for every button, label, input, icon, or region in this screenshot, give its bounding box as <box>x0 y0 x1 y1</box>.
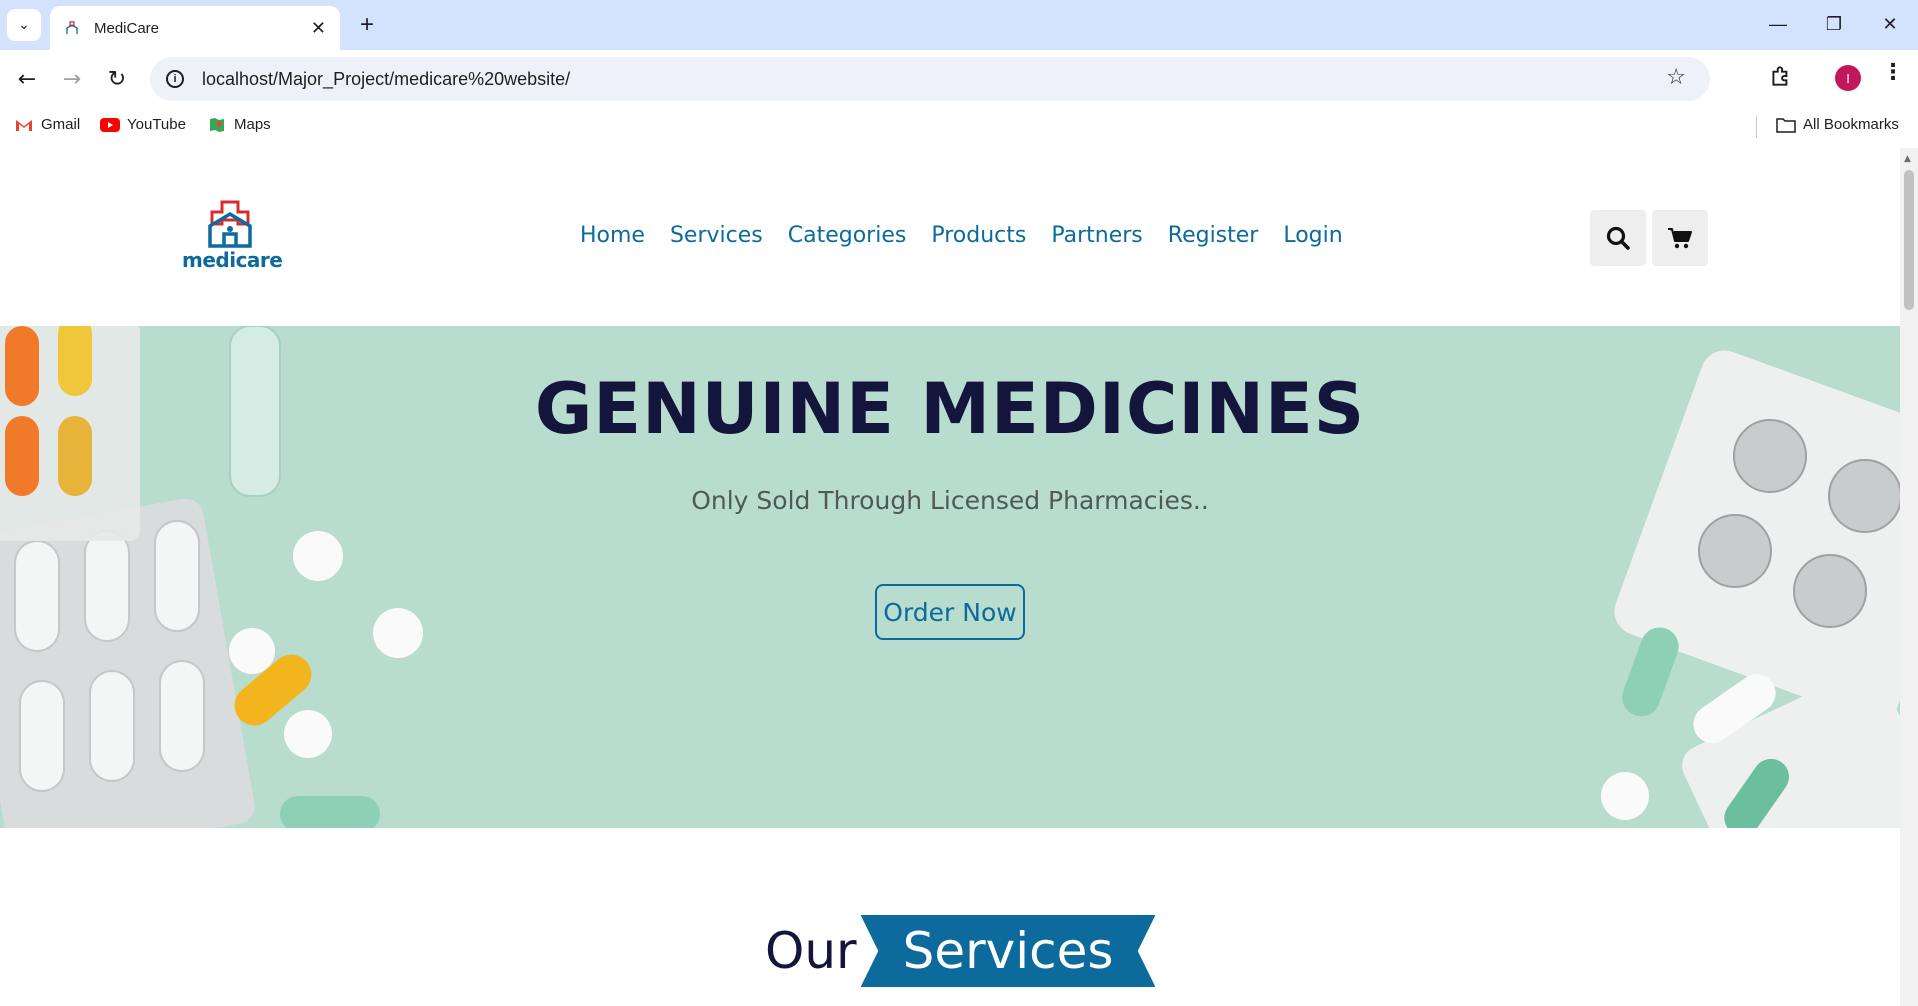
minimize-icon[interactable]: — <box>1766 12 1790 36</box>
bookmark-maps[interactable]: Maps <box>207 116 271 133</box>
url-text[interactable]: localhost/Major_Project/medicare%20websi… <box>202 69 570 90</box>
bookmark-label: YouTube <box>127 116 186 133</box>
all-bookmarks-button[interactable]: All Bookmarks <box>1776 116 1899 133</box>
nav-categories[interactable]: Categories <box>788 223 907 248</box>
scrollbar-thumb[interactable] <box>1904 170 1914 310</box>
scroll-up-arrow-icon[interactable]: ▲ <box>1904 154 1911 164</box>
reload-icon[interactable]: ↻ <box>100 62 134 96</box>
nav-register[interactable]: Register <box>1168 223 1259 248</box>
all-bookmarks-label: All Bookmarks <box>1803 116 1899 133</box>
medicare-logo-icon <box>208 200 252 248</box>
hero-subtitle: Only Sold Through Licensed Pharmacies.. <box>691 486 1209 515</box>
services-ribbon: Services <box>860 915 1156 987</box>
browser-toolbar: ← → ↻ i localhost/Major_Project/medicare… <box>0 50 1918 108</box>
page-scrollbar[interactable]: ▲ <box>1900 148 1918 1006</box>
services-heading-prefix: Our <box>765 922 857 980</box>
page-viewport: medicare Home Services Categories Produc… <box>0 148 1900 1006</box>
bookmark-label: Maps <box>234 116 271 133</box>
back-arrow-icon[interactable]: ← <box>10 62 44 96</box>
browser-tabstrip: ⌄ MediCare ✕ + — ❐ ✕ <box>0 0 1918 50</box>
browser-tab[interactable]: MediCare ✕ <box>50 6 340 50</box>
kebab-menu-icon[interactable]: ⋮ <box>1882 62 1904 84</box>
bookmark-gmail[interactable]: Gmail <box>14 116 80 133</box>
nav-products[interactable]: Products <box>931 223 1026 248</box>
nav-home[interactable]: Home <box>580 223 645 248</box>
services-heading-highlight: Services <box>902 922 1114 980</box>
shopping-cart-icon <box>1668 228 1692 249</box>
folder-icon <box>1776 117 1796 133</box>
tab-close-icon[interactable]: ✕ <box>311 18 326 39</box>
hero-title: GENUINE MEDICINES <box>534 368 1366 450</box>
main-nav: Home Services Categories Products Partne… <box>580 223 1343 248</box>
profile-avatar[interactable]: I <box>1835 65 1861 91</box>
address-bar[interactable]: i localhost/Major_Project/medicare%20web… <box>150 57 1710 101</box>
site-info-icon[interactable]: i <box>166 70 184 88</box>
bookmark-star-icon[interactable]: ☆ <box>1666 65 1686 90</box>
search-icon <box>1606 226 1630 250</box>
cart-button[interactable] <box>1652 210 1708 266</box>
logo-text: medicare <box>182 248 283 272</box>
gmail-icon <box>16 119 32 131</box>
tab-title: MediCare <box>94 19 160 37</box>
nav-services[interactable]: Services <box>670 223 763 248</box>
bookmarks-divider <box>1756 116 1757 138</box>
extensions-puzzle-icon[interactable] <box>1768 63 1794 89</box>
youtube-icon <box>100 117 120 132</box>
maps-icon <box>210 117 224 132</box>
services-section-heading: Our Services <box>765 913 1156 989</box>
nav-login[interactable]: Login <box>1283 223 1342 248</box>
hero-banner: GENUINE MEDICINES Only Sold Through Lice… <box>0 326 1900 828</box>
tab-search-button[interactable]: ⌄ <box>7 9 41 41</box>
site-logo[interactable]: medicare <box>182 198 283 278</box>
bookmark-youtube[interactable]: YouTube <box>100 116 186 133</box>
medicare-favicon-icon <box>66 21 78 34</box>
new-tab-button[interactable]: + <box>352 10 382 40</box>
bookmark-label: Gmail <box>41 116 81 133</box>
site-header: medicare Home Services Categories Produc… <box>0 148 1900 326</box>
bookmarks-bar: Gmail YouTube Maps All Bookmarks <box>0 108 1918 148</box>
forward-arrow-icon[interactable]: → <box>55 62 89 96</box>
close-window-icon[interactable]: ✕ <box>1878 12 1902 36</box>
restore-icon[interactable]: ❐ <box>1822 12 1846 36</box>
nav-partners[interactable]: Partners <box>1051 223 1142 248</box>
search-button[interactable] <box>1590 210 1646 266</box>
chevron-down-icon: ⌄ <box>18 17 30 33</box>
order-now-button[interactable]: Order Now <box>875 584 1025 640</box>
